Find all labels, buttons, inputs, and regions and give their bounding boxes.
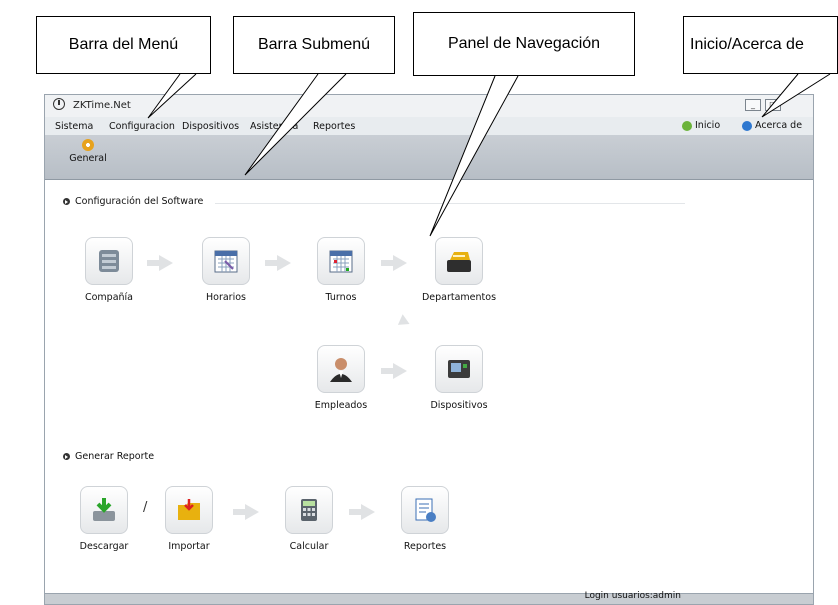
callout-pointers — [147, 73, 831, 237]
